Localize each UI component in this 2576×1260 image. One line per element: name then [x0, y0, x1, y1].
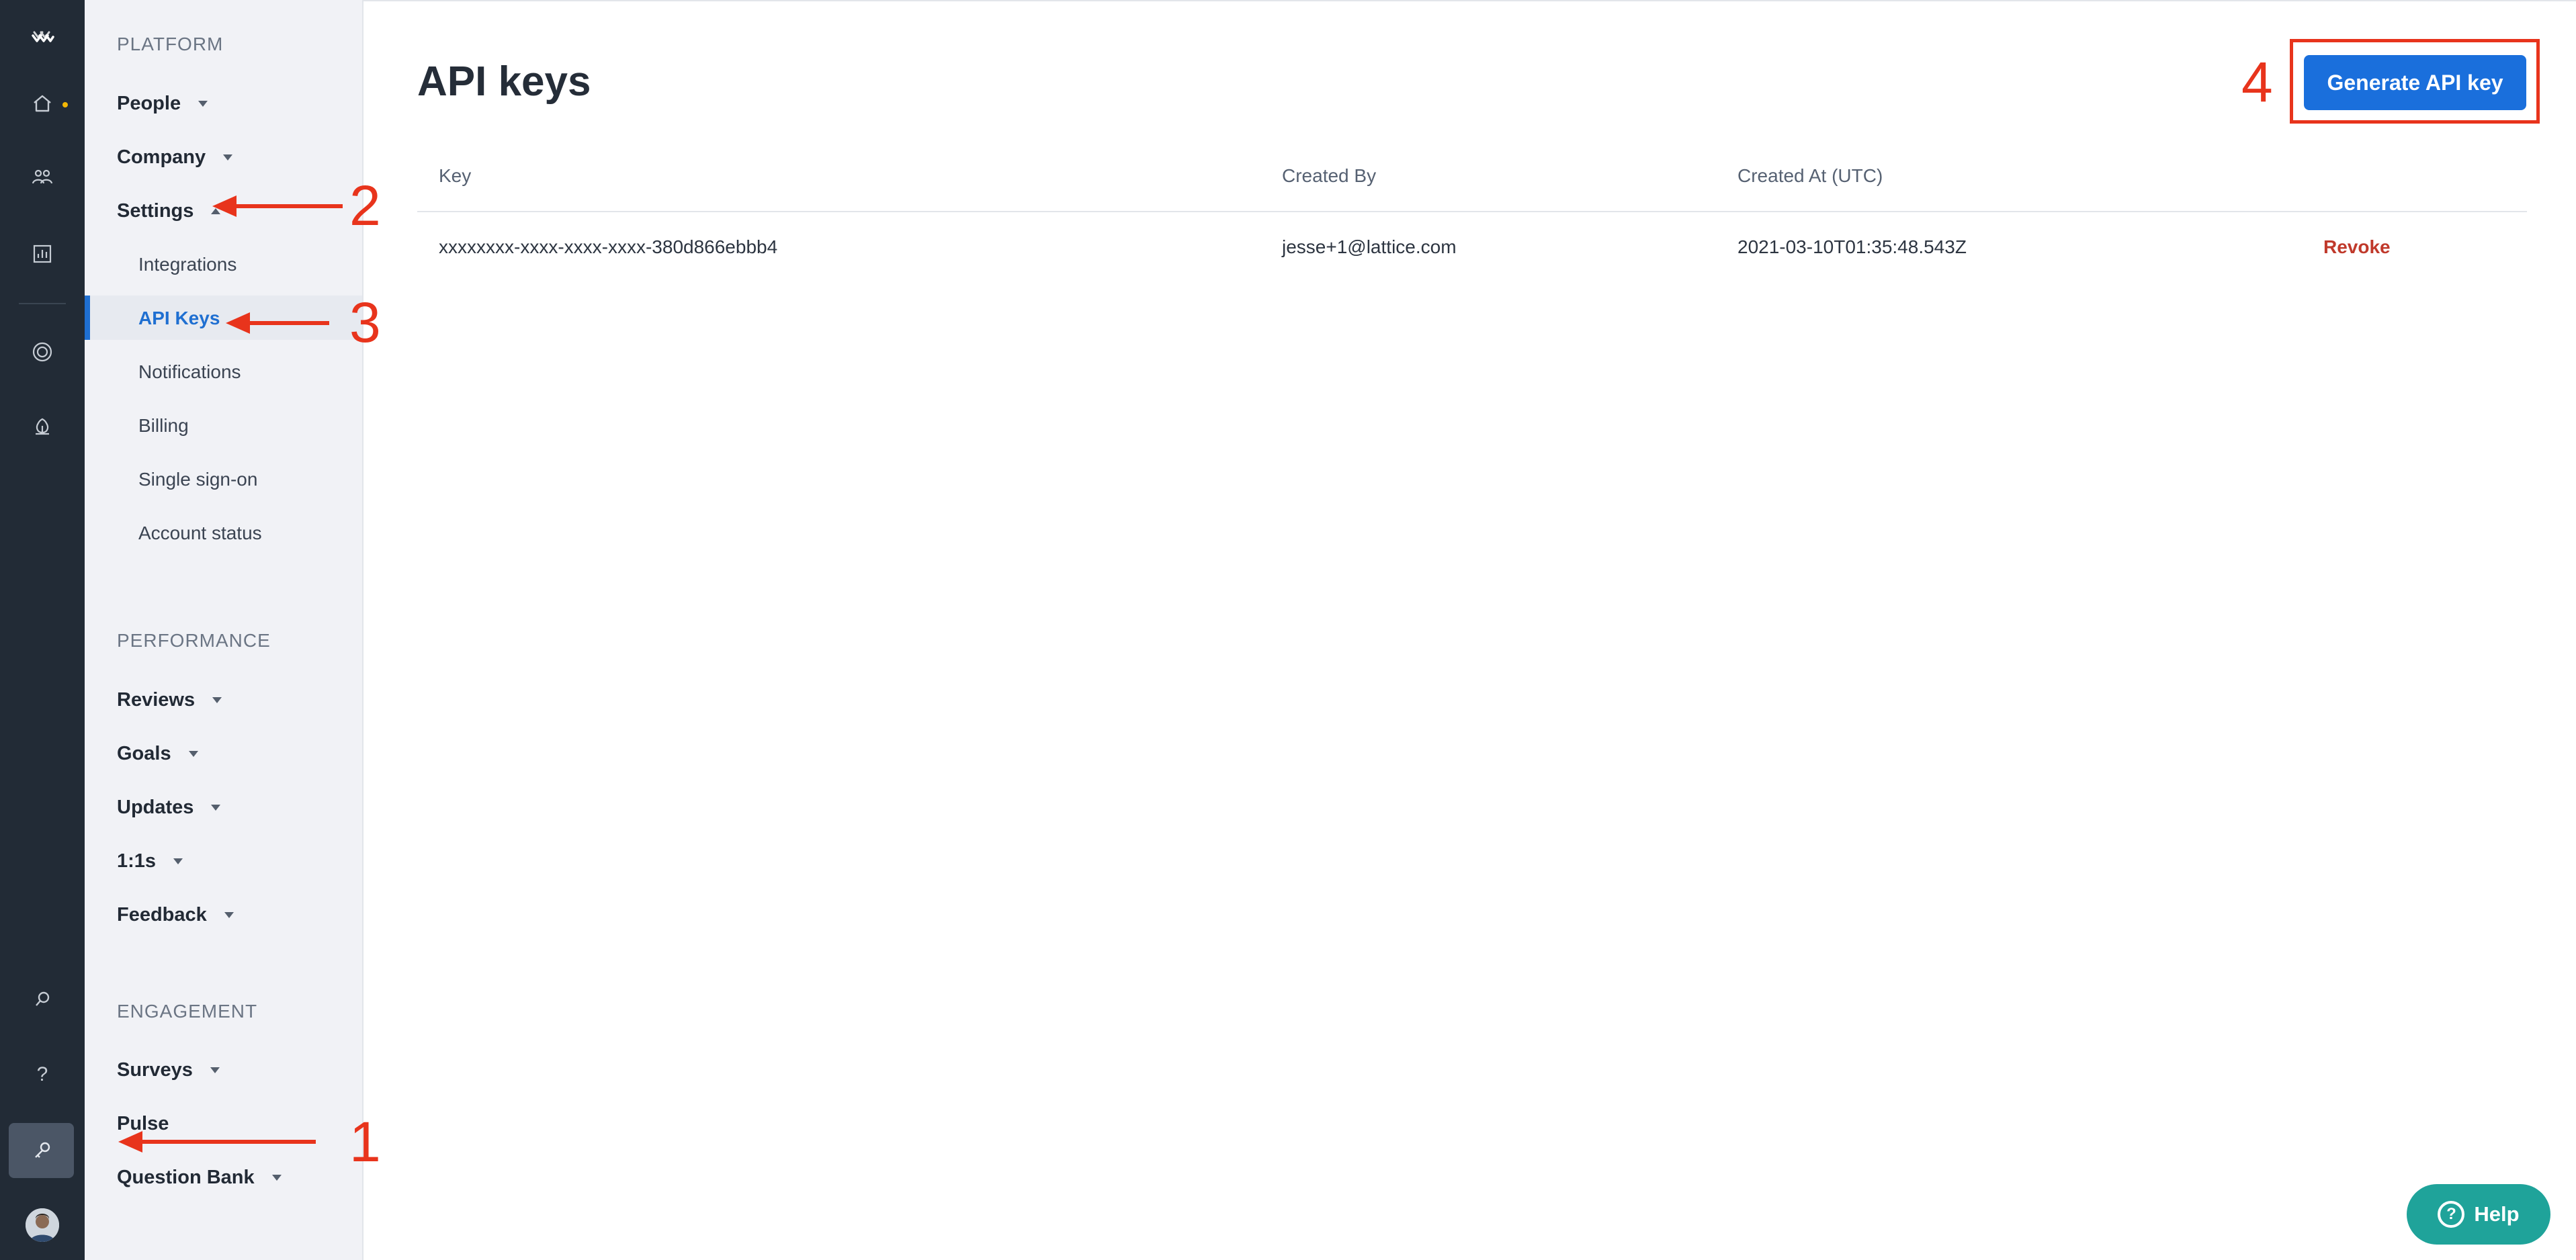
annotation-highlight-box — [2290, 39, 2540, 124]
revoke-link[interactable]: Revoke — [2323, 236, 2391, 258]
annotation-number-2: 2 — [349, 174, 381, 237]
nav-label: Pulse — [117, 1112, 169, 1134]
nav-settings[interactable]: Settings — [117, 197, 221, 224]
nav-label: Surveys — [117, 1059, 193, 1081]
nav-label: 1:1s — [117, 850, 157, 872]
nav-people[interactable]: People — [117, 90, 208, 117]
sub-item-account-status[interactable]: Account status — [138, 520, 262, 547]
column-header-created-by[interactable]: Created By — [1282, 165, 1376, 187]
caret-down-icon — [198, 100, 208, 107]
cell-key: xxxxxxxx-xxxx-xxxx-xxxx-380d866ebbb4 — [439, 236, 778, 257]
main-content: API keys Generate API key Key Created By… — [363, 0, 2576, 1260]
rail-divider — [19, 303, 66, 304]
active-item-highlight — [90, 296, 362, 340]
nav-surveys[interactable]: Surveys — [117, 1056, 220, 1083]
nav-label: People — [117, 92, 181, 114]
caret-up-icon — [211, 208, 221, 214]
question-icon[interactable]: ? — [22, 1054, 62, 1095]
nav-label: Goals — [117, 742, 171, 764]
nav-label: Reviews — [117, 688, 196, 711]
user-avatar[interactable] — [26, 1208, 59, 1242]
sub-item-integrations[interactable]: Integrations — [138, 251, 237, 278]
caret-down-icon — [188, 750, 198, 757]
help-button[interactable]: ? Help — [2407, 1184, 2550, 1245]
caret-down-icon — [271, 1174, 282, 1181]
nav-goals[interactable]: Goals — [117, 740, 198, 767]
nav-updates[interactable]: Updates — [117, 794, 221, 821]
nav-label: Settings — [117, 199, 194, 222]
table-header-divider — [417, 211, 2527, 212]
admin-key-icon[interactable] — [22, 1130, 62, 1171]
app-window: ? PLATFORM People Company Settings Integ… — [0, 0, 2576, 1260]
lattice-logo-icon[interactable] — [22, 18, 62, 58]
caret-down-icon — [224, 911, 234, 918]
people-icon[interactable] — [22, 156, 62, 197]
question-glyph: ? — [36, 1063, 48, 1085]
nav-company[interactable]: Company — [117, 144, 233, 171]
section-heading-engagement: ENGAGEMENT — [117, 1001, 258, 1022]
caret-down-icon — [211, 804, 221, 811]
icon-rail: ? — [0, 0, 85, 1260]
column-header-key[interactable]: Key — [439, 165, 471, 187]
growth-icon[interactable] — [22, 406, 62, 446]
caret-down-icon — [223, 154, 233, 161]
sub-item-notifications[interactable]: Notifications — [138, 359, 241, 386]
active-item-indicator — [85, 296, 90, 340]
section-heading-performance: PERFORMANCE — [117, 630, 271, 651]
help-circle-icon: ? — [2438, 1201, 2465, 1228]
section-heading-platform: PLATFORM — [117, 34, 224, 54]
goals-icon[interactable] — [22, 332, 62, 372]
settings-sidebar: PLATFORM People Company Settings Integra… — [85, 0, 363, 1260]
nav-question-bank[interactable]: Question Bank — [117, 1164, 282, 1191]
sub-item-api-keys[interactable]: API Keys — [138, 305, 220, 332]
sub-item-billing[interactable]: Billing — [138, 412, 189, 439]
annotation-number-3: 3 — [349, 291, 381, 354]
search-icon[interactable] — [22, 979, 62, 1020]
column-header-created-at[interactable]: Created At (UTC) — [1737, 165, 1883, 187]
caret-down-icon — [210, 1067, 220, 1073]
cell-created-by: jesse+1@lattice.com — [1282, 236, 1457, 257]
sub-item-single-sign-on[interactable]: Single sign-on — [138, 466, 257, 493]
caret-down-icon — [212, 696, 222, 703]
nav-label: Company — [117, 146, 206, 168]
nav-feedback[interactable]: Feedback — [117, 901, 234, 928]
help-button-label: Help — [2474, 1202, 2520, 1226]
nav-label: Question Bank — [117, 1166, 255, 1188]
nav-label: Feedback — [117, 903, 207, 926]
nav-label: Updates — [117, 796, 194, 818]
analytics-icon[interactable] — [22, 234, 62, 274]
caret-down-icon — [173, 858, 183, 864]
nav-pulse[interactable]: Pulse — [117, 1110, 169, 1137]
cell-created-at: 2021-03-10T01:35:48.543Z — [1737, 236, 1967, 257]
annotation-number-4: 4 — [2241, 50, 2273, 114]
page-title: API keys — [417, 58, 591, 105]
annotation-number-1: 1 — [349, 1110, 381, 1173]
nav-one-on-ones[interactable]: 1:1s — [117, 848, 183, 874]
notification-dot — [62, 102, 68, 107]
nav-reviews[interactable]: Reviews — [117, 686, 222, 713]
home-icon[interactable] — [22, 83, 62, 124]
